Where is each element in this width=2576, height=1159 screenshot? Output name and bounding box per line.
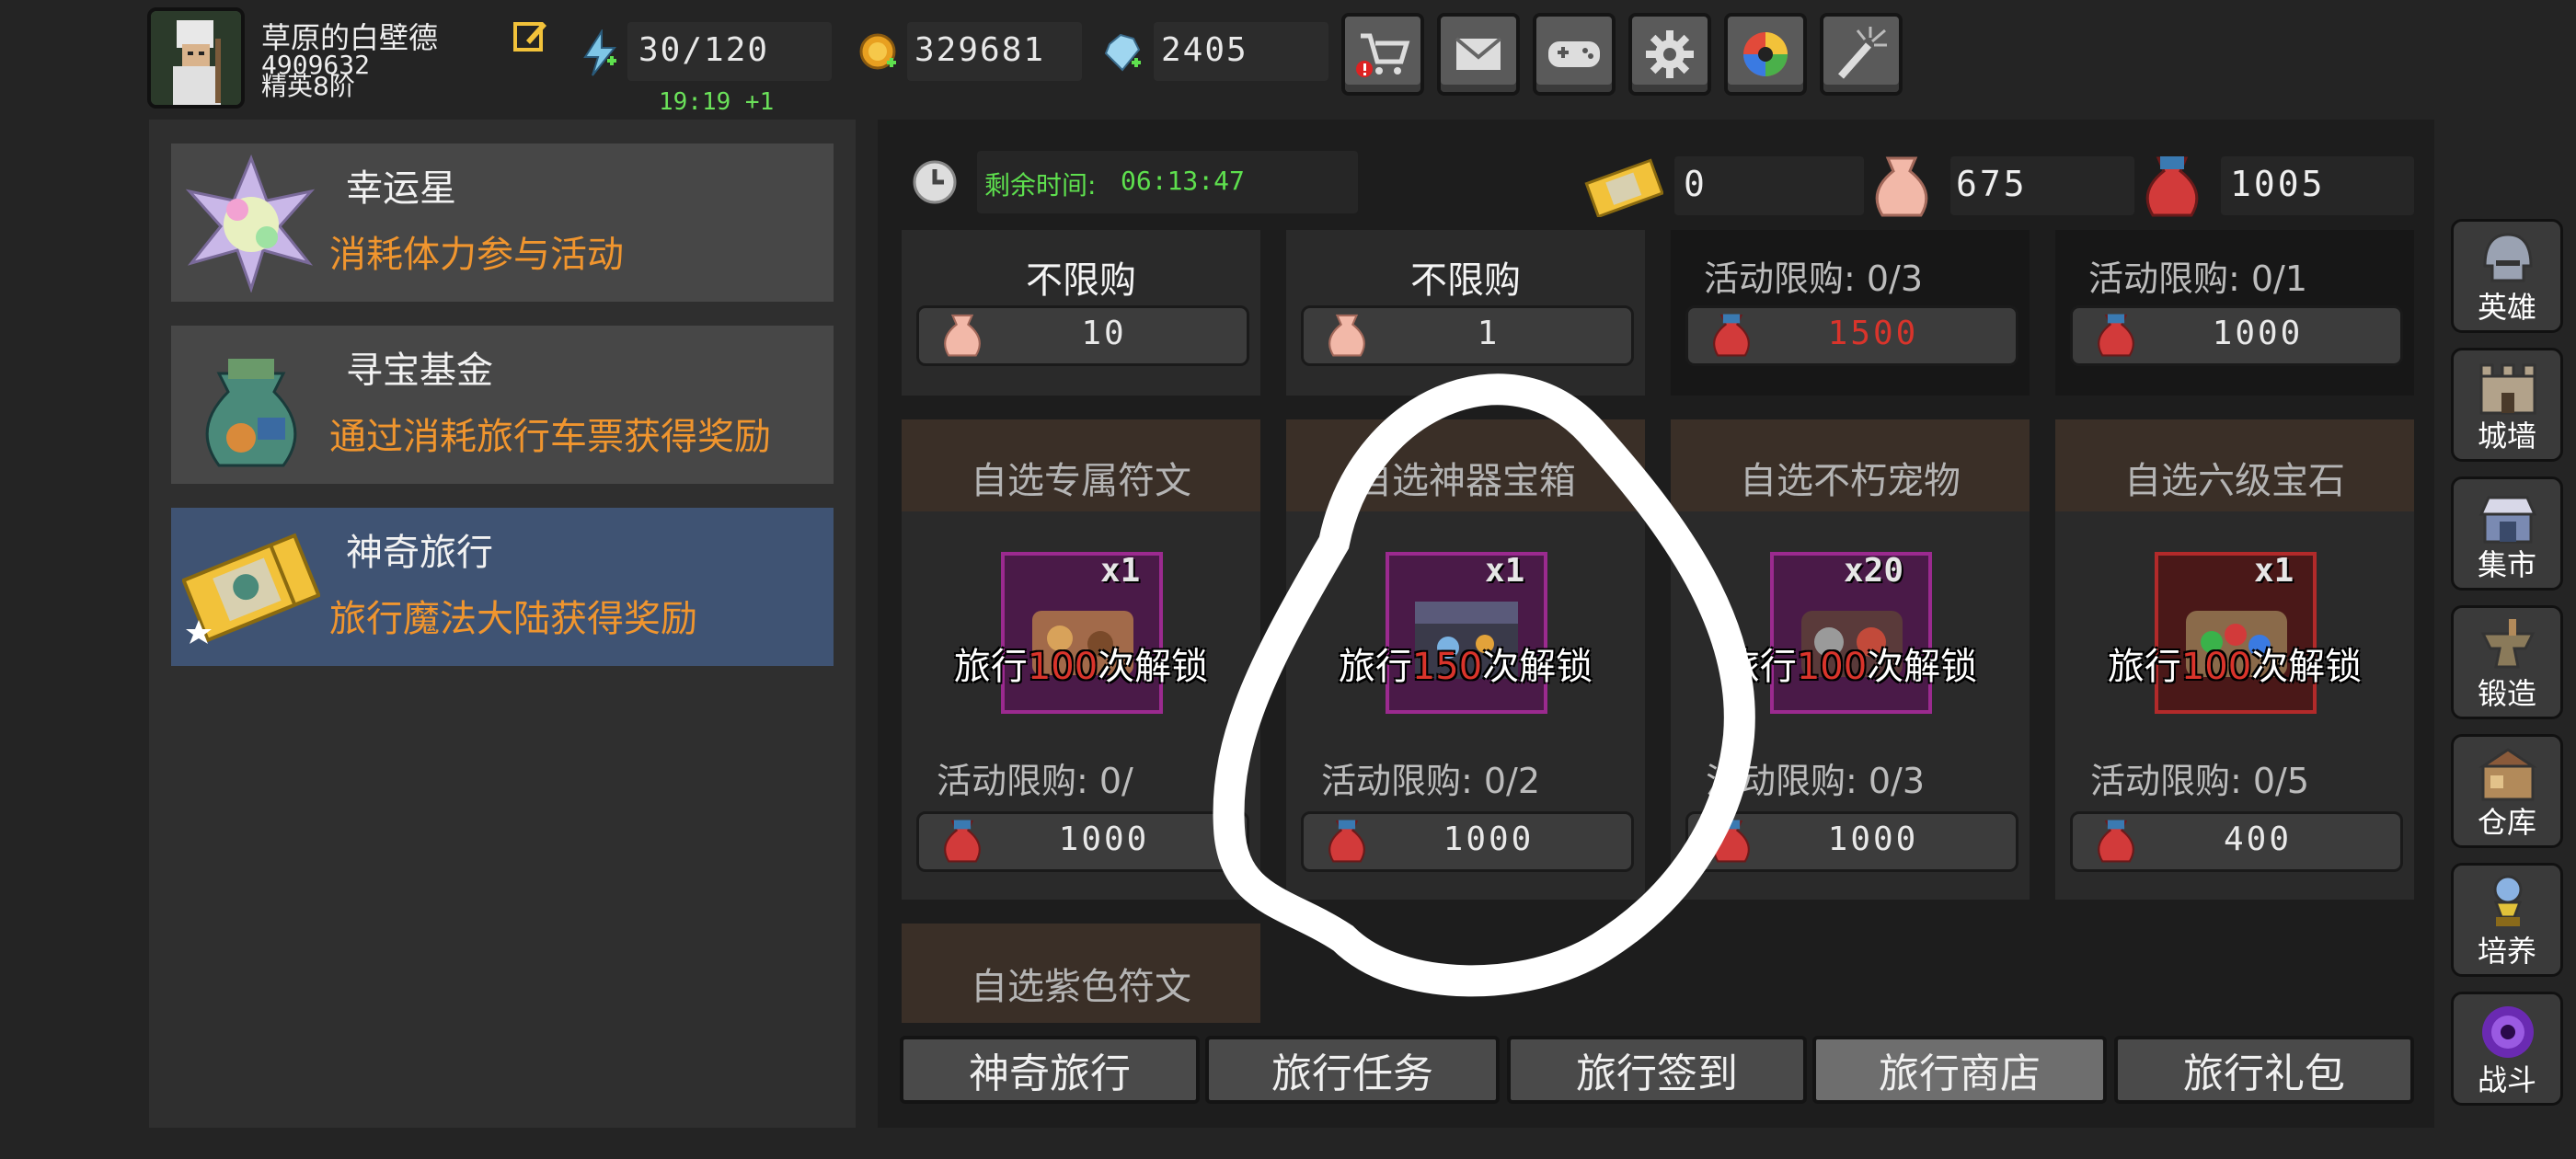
- nav-forge[interactable]: 锻造: [2451, 605, 2563, 719]
- nav-label: 仓库: [2477, 805, 2536, 840]
- nav-label: 集市: [2477, 547, 2536, 582]
- purchase-limit: 活动限购: 0/3: [1704, 258, 1924, 299]
- red-bag-value: 1005: [2230, 164, 2326, 204]
- purchase-limit: 活动限购: 0/5: [2090, 761, 2310, 801]
- market-icon: [2478, 487, 2538, 547]
- price-value: 1500: [1827, 315, 1919, 352]
- unlock-condition: 旅行100次解锁: [2107, 646, 2363, 688]
- gear-icon[interactable]: [1628, 13, 1711, 96]
- gem-icon: [1102, 33, 1144, 74]
- nav-label: 战斗: [2477, 1062, 2536, 1097]
- nav-train[interactable]: 培养: [2451, 863, 2563, 977]
- quest-desc: 消耗体力参与活动: [329, 234, 624, 276]
- item-quantity: x20: [1844, 552, 1904, 590]
- price-value: 10: [1081, 315, 1127, 352]
- travel-ticket-icon: [181, 519, 321, 657]
- tab-travel-tasks[interactable]: 旅行任务: [1205, 1036, 1500, 1104]
- item-quantity: x1: [2254, 552, 2294, 590]
- purchase-limit: 活动限购: 0/: [937, 761, 1133, 801]
- red-bag-icon: [938, 815, 986, 866]
- timer-label: 剩余时间:: [984, 170, 1097, 201]
- warehouse-icon: [2478, 744, 2538, 805]
- price-value: 1000: [1827, 820, 1919, 858]
- purchase-limit: 活动限购: 0/1: [2088, 258, 2308, 299]
- price-value: 400: [2223, 820, 2293, 858]
- firework-icon[interactable]: [1820, 13, 1903, 96]
- pink-bag-icon: [1868, 151, 1936, 221]
- quest-title: 幸运星: [346, 167, 456, 210]
- stamina-value: 30/120: [638, 31, 770, 69]
- nav-label: 城墙: [2477, 419, 2536, 453]
- card-title: 自选六级宝石: [2124, 460, 2345, 502]
- clock-icon: [911, 158, 959, 206]
- timer-value: 06:13:47: [1121, 166, 1245, 196]
- ticket-currency-value: 0: [1684, 164, 1708, 204]
- nav-warehouse[interactable]: 仓库: [2451, 734, 2563, 848]
- stamina-icon: [580, 28, 620, 77]
- edit-name-icon[interactable]: [512, 18, 548, 55]
- player-rank: 精英8阶: [261, 71, 355, 101]
- nav-market[interactable]: 集市: [2451, 476, 2563, 591]
- ticket-currency-icon: [1584, 156, 1664, 219]
- purchase-limit: 不限购: [1410, 259, 1521, 302]
- price-value: 1000: [2212, 315, 2304, 352]
- quest-treasure-fund[interactable]: 寻宝基金 通过消耗旅行车票获得奖励: [171, 326, 834, 484]
- pink-bag-value: 675: [1956, 164, 2028, 204]
- pink-bag-icon: [938, 309, 986, 361]
- anvil-icon: [2478, 615, 2538, 676]
- helmet-icon: [2478, 229, 2538, 290]
- gamepad-icon[interactable]: [1533, 13, 1616, 96]
- purchase-limit: 不限购: [1026, 259, 1136, 302]
- quest-magic-travel[interactable]: 神奇旅行 旅行魔法大陆获得奖励: [171, 508, 834, 666]
- nav-battle[interactable]: 战斗: [2451, 992, 2563, 1106]
- tab-travel-gift[interactable]: 旅行礼包: [2114, 1036, 2414, 1104]
- red-bag-icon: [2138, 151, 2206, 221]
- trophy-icon: [2478, 873, 2538, 934]
- nav-wall[interactable]: 城墙: [2451, 348, 2563, 462]
- red-bag-icon: [2092, 309, 2140, 361]
- quest-desc: 旅行魔法大陆获得奖励: [329, 598, 697, 640]
- castle-wall-icon: [2478, 358, 2538, 419]
- quest-title: 寻宝基金: [346, 350, 493, 392]
- tab-magic-travel[interactable]: 神奇旅行: [900, 1036, 1200, 1104]
- quest-title: 神奇旅行: [346, 532, 493, 574]
- nav-label: 锻造: [2477, 676, 2536, 711]
- color-wheel-icon[interactable]: [1724, 13, 1807, 96]
- lucky-star-icon: [182, 154, 320, 293]
- nav-label: 英雄: [2477, 290, 2536, 325]
- gold-coin-icon: [857, 31, 900, 74]
- shop-cart-icon[interactable]: [1341, 13, 1424, 96]
- gems-value: 2405: [1161, 31, 1248, 69]
- quest-desc: 通过消耗旅行车票获得奖励: [329, 416, 771, 458]
- nav-hero[interactable]: 英雄: [2451, 219, 2563, 333]
- stamina-timer: 19:19 +1: [659, 88, 775, 116]
- price-value: 1: [1477, 315, 1501, 352]
- gold-value: 329681: [914, 31, 1046, 69]
- annotation-circle: [1213, 373, 1755, 997]
- red-bag-icon: [2092, 815, 2140, 866]
- portal-icon: [2478, 1002, 2538, 1062]
- quest-lucky-star[interactable]: 幸运星 消耗体力参与活动: [171, 143, 834, 302]
- tab-travel-shop[interactable]: 旅行商店: [1812, 1036, 2107, 1104]
- nav-label: 培养: [2477, 934, 2536, 969]
- tab-travel-checkin[interactable]: 旅行签到: [1507, 1036, 1807, 1104]
- item-quantity: x1: [1100, 552, 1141, 590]
- avatar[interactable]: [147, 7, 245, 109]
- treasure-bag-icon: [182, 337, 320, 475]
- mail-icon[interactable]: [1437, 13, 1520, 96]
